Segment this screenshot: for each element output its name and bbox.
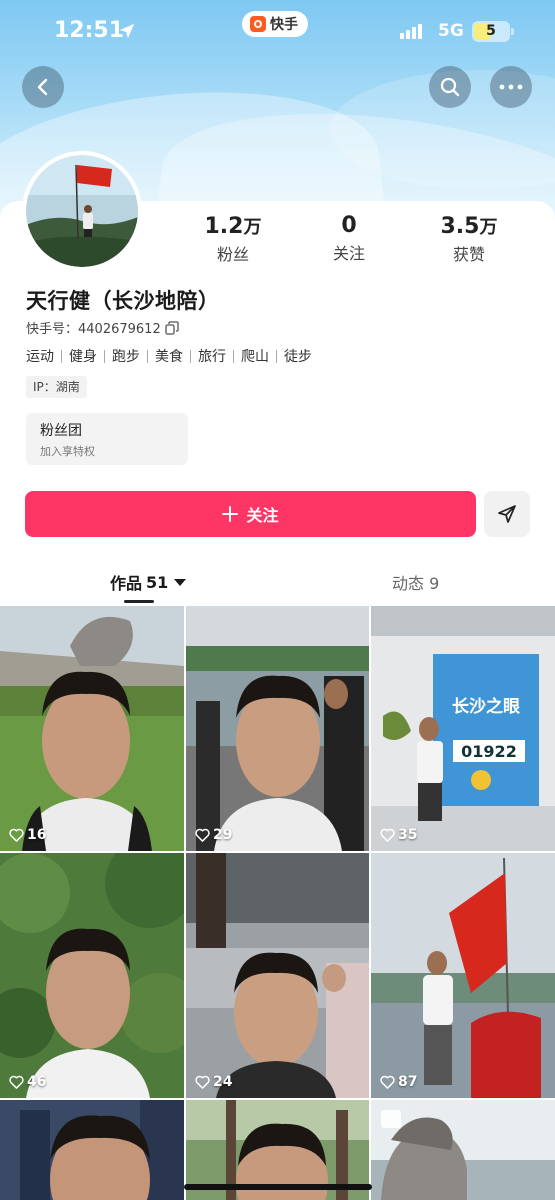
like-count: 16 (9, 827, 46, 843)
tag: 健身 (69, 349, 97, 365)
network-type: 5G (438, 21, 464, 41)
like-count-value: 29 (213, 827, 233, 843)
video-thumbnail[interactable] (371, 1100, 555, 1200)
follow-button[interactable]: 关注 (25, 491, 476, 537)
more-options-button[interactable] (490, 66, 532, 108)
chevron-left-icon (37, 78, 48, 96)
tag: 爬山 (241, 349, 269, 365)
fan-club-subtitle: 加入享特权 (40, 445, 95, 458)
ip-location-badge: IP：湖南 (26, 376, 87, 398)
battery-icon: 5 (472, 21, 514, 42)
back-button[interactable] (22, 66, 64, 108)
like-count-value: 35 (398, 827, 418, 843)
search-button[interactable] (429, 66, 471, 108)
tag: 运动 (26, 349, 54, 365)
follow-label: 关注 (246, 506, 279, 525)
status-time: 12:51 (54, 18, 125, 43)
video-thumbnail[interactable]: 46 (0, 853, 184, 1098)
copy-icon[interactable] (165, 320, 179, 335)
fan-club-card[interactable]: 粉丝团 加入享特权 (26, 413, 188, 465)
like-count: 29 (195, 827, 232, 843)
interest-tags: 运动 健身 跑步 美食 旅行 爬山 徒步 (26, 346, 312, 366)
tab-moments[interactable]: 动态 9 (392, 570, 439, 594)
stat-label: 粉丝 (216, 245, 249, 264)
fan-club-title: 粉丝团 (40, 423, 82, 439)
tab-works-count: 51 (146, 572, 169, 592)
like-count-value: 24 (213, 1074, 233, 1090)
tag: 徒步 (284, 349, 312, 365)
video-thumbnail[interactable]: 16 (0, 606, 184, 851)
tab-works-label: 作品 (110, 574, 143, 593)
status-bar: 12:51 快手 5G 5 (0, 0, 555, 64)
plus-icon (222, 506, 239, 522)
app-badge-label: 快手 (270, 17, 298, 33)
like-count-value: 46 (27, 1074, 47, 1090)
stat-followers[interactable]: 1.2万 粉丝 (173, 213, 293, 265)
heart-icon (195, 1075, 210, 1089)
tag: 美食 (155, 349, 183, 365)
sign-counter: 01922 (461, 742, 517, 761)
app-badge[interactable]: 快手 (242, 11, 308, 37)
video-thumbnail[interactable] (0, 1100, 184, 1200)
caret-down-icon (174, 578, 187, 586)
stat-following[interactable]: 0 关注 (289, 213, 409, 264)
user-id: 快手号：4402679612 (26, 322, 161, 337)
stat-unit: 万 (243, 217, 262, 238)
sign-title: 长沙之眼 (452, 696, 520, 717)
like-count: 24 (195, 1074, 232, 1090)
avatar[interactable] (22, 151, 142, 271)
video-thumbnail[interactable]: 87 (371, 853, 555, 1098)
stat-value: 0 (341, 213, 357, 238)
stat-value: 1.2 (204, 214, 244, 239)
heart-icon (380, 828, 395, 842)
stat-label: 获赞 (452, 245, 485, 264)
cellular-signal-icon (400, 24, 422, 39)
video-thumbnail[interactable]: 29 (186, 606, 369, 851)
heart-icon (9, 1075, 24, 1089)
battery-level: 5 (486, 23, 496, 39)
video-thumbnail[interactable]: 24 (186, 853, 369, 1098)
stat-value: 3.5 (440, 214, 480, 239)
video-grid: 16 29 长沙之眼 01922 35 46 24 87 (0, 606, 555, 1200)
like-count-value: 16 (27, 827, 47, 843)
active-tab-indicator (124, 600, 154, 603)
stat-unit: 万 (479, 217, 498, 238)
home-indicator[interactable] (184, 1184, 372, 1190)
send-icon (498, 505, 516, 523)
tab-works[interactable]: 作品 51 (110, 570, 187, 594)
location-arrow-icon (119, 23, 135, 39)
content-tabs: 作品 51 动态 9 (0, 560, 555, 604)
search-icon (440, 77, 460, 97)
like-count: 35 (380, 827, 417, 843)
stat-likes[interactable]: 3.5万 获赞 (409, 213, 529, 265)
kuaishou-logo-icon (250, 16, 266, 32)
heart-icon (195, 828, 210, 842)
like-count-value: 87 (398, 1074, 418, 1090)
stat-label: 关注 (332, 244, 365, 263)
like-count: 87 (380, 1074, 417, 1090)
send-message-button[interactable] (484, 491, 530, 537)
more-dots-icon (499, 84, 523, 90)
like-count: 46 (9, 1074, 46, 1090)
user-id-row: 快手号：4402679612 (26, 318, 179, 337)
profile-name: 天行健（长沙地陪） (26, 289, 220, 313)
video-thumbnail[interactable]: 长沙之眼 01922 35 (371, 606, 555, 851)
heart-icon (9, 828, 24, 842)
heart-icon (380, 1075, 395, 1089)
tag: 旅行 (198, 349, 226, 365)
tag: 跑步 (112, 349, 140, 365)
